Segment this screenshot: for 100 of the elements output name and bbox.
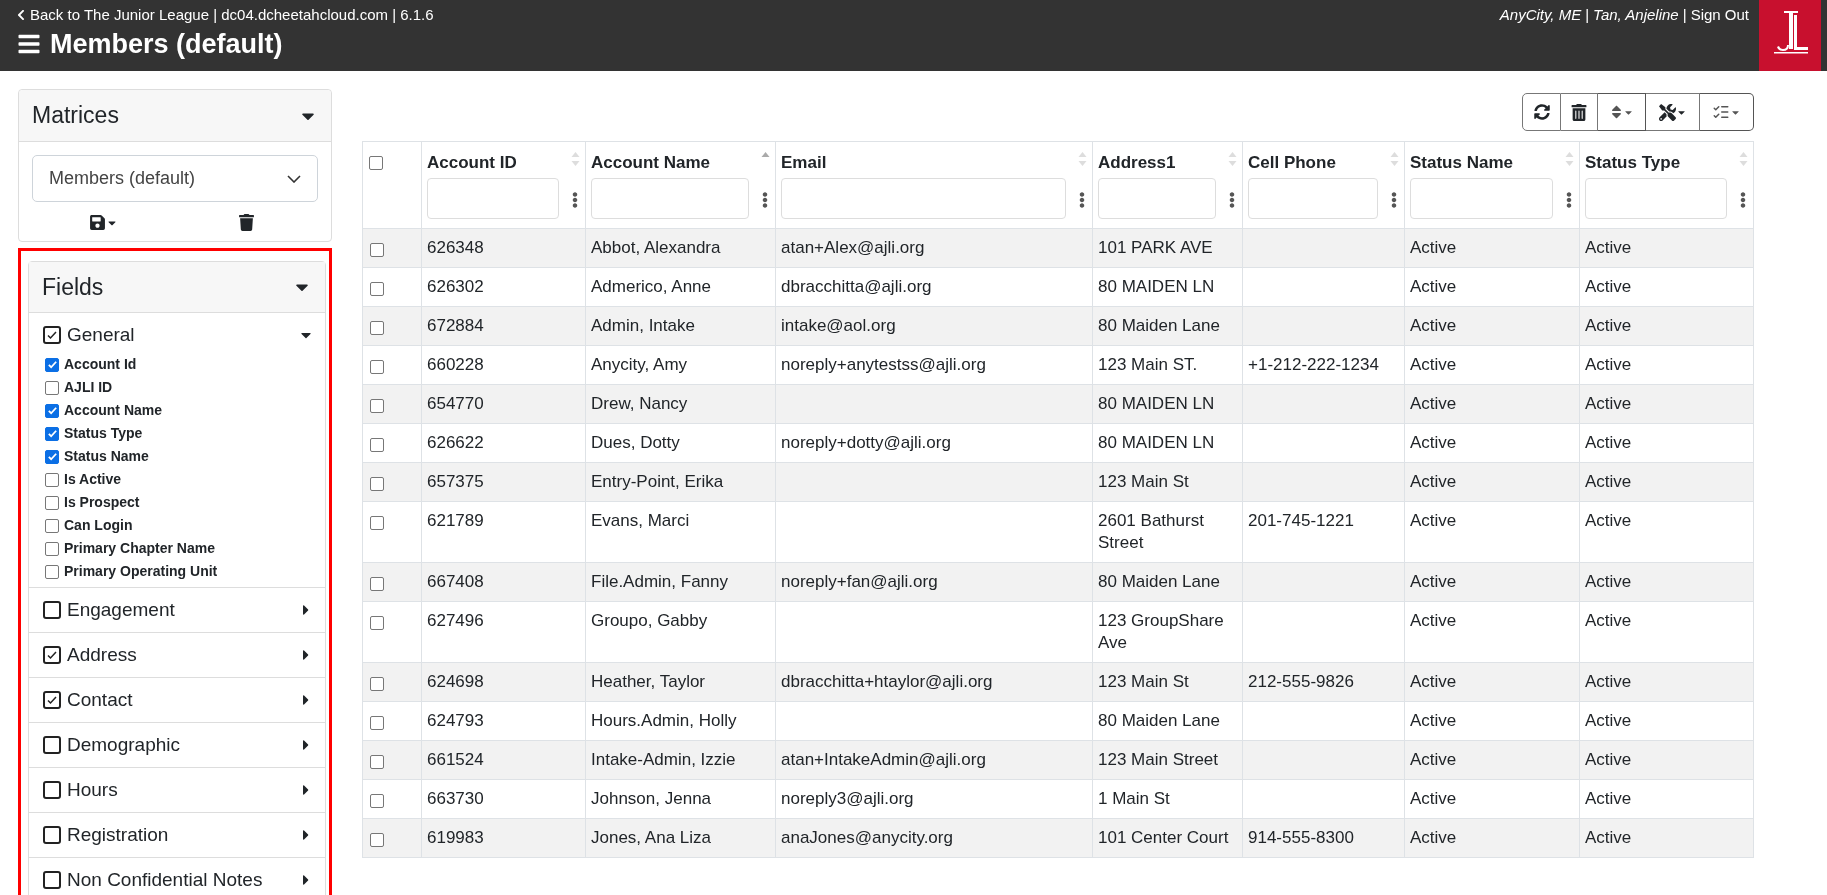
- group-label[interactable]: Non Confidential Notes: [67, 865, 263, 895]
- checkbox[interactable]: [370, 243, 384, 257]
- field-label[interactable]: Primary Chapter Name: [64, 538, 215, 559]
- sign-out-link[interactable]: Sign Out: [1690, 4, 1749, 27]
- checkbox[interactable]: [45, 449, 59, 464]
- group-label[interactable]: Address: [67, 640, 137, 670]
- group-label[interactable]: Demographic: [67, 730, 180, 760]
- filter-field[interactable]: [1410, 177, 1553, 219]
- group-label[interactable]: Contact: [67, 685, 133, 715]
- table-cell: Active: [1585, 611, 1632, 630]
- menu-icon[interactable]: [16, 32, 42, 56]
- field-label[interactable]: AJLI ID: [64, 377, 113, 398]
- checkbox[interactable]: [370, 477, 384, 491]
- column-header[interactable]: Email: [781, 150, 827, 176]
- delete-button[interactable]: [1561, 93, 1598, 131]
- checkbox[interactable]: [370, 516, 384, 530]
- checkbox[interactable]: [43, 601, 61, 619]
- checkbox[interactable]: [43, 691, 61, 709]
- column-menu-icon[interactable]: [1740, 190, 1746, 210]
- table-cell: dbracchitta+htaylor@ajli.org: [781, 672, 993, 691]
- column-menu-icon[interactable]: [1391, 190, 1397, 210]
- table-cell: 626302: [427, 277, 484, 296]
- field-label[interactable]: Status Name: [64, 446, 149, 467]
- columns-menu-button[interactable]: [1700, 93, 1754, 131]
- field-label[interactable]: Account Id: [64, 354, 137, 375]
- matrix-select[interactable]: Members (default): [32, 155, 318, 202]
- column-header[interactable]: Status Name: [1410, 150, 1513, 176]
- column-menu-icon[interactable]: [762, 190, 768, 210]
- checkbox[interactable]: [45, 357, 59, 372]
- checkbox[interactable]: [45, 426, 59, 441]
- checkmark-icon: [46, 405, 58, 416]
- filter-field[interactable]: [1585, 177, 1727, 219]
- checkbox[interactable]: [45, 403, 59, 418]
- filter-field[interactable]: [1248, 177, 1378, 219]
- filter-field[interactable]: [781, 177, 1066, 219]
- checkbox[interactable]: [45, 495, 59, 510]
- checkbox[interactable]: [370, 794, 384, 808]
- column-header[interactable]: Account ID: [427, 150, 517, 176]
- checkbox[interactable]: [45, 380, 59, 395]
- group-label[interactable]: General: [67, 320, 135, 350]
- sort-menu-button[interactable]: [1598, 93, 1646, 131]
- group-label[interactable]: Registration: [67, 820, 169, 850]
- checkbox[interactable]: [370, 577, 384, 591]
- field-label[interactable]: Is Active: [64, 469, 122, 490]
- column-header[interactable]: Status Type: [1585, 150, 1681, 176]
- checkbox[interactable]: [370, 282, 384, 296]
- group-label[interactable]: Hours: [67, 775, 118, 805]
- column-header[interactable]: Cell Phone: [1248, 150, 1336, 176]
- table-cell: Active: [1585, 672, 1632, 691]
- table-cell: intake@aol.org: [781, 316, 896, 335]
- table-cell: 80 MAIDEN LN: [1098, 433, 1215, 452]
- tools-icon: [1658, 103, 1676, 121]
- filter-field[interactable]: [591, 177, 749, 219]
- checkbox[interactable]: [43, 736, 61, 754]
- checkbox[interactable]: [43, 781, 61, 799]
- checkbox[interactable]: [370, 833, 384, 847]
- table-cell: 101 PARK AVE: [1098, 238, 1213, 257]
- checkmark-icon: [46, 694, 58, 706]
- field-label[interactable]: Status Type: [64, 423, 143, 444]
- checkbox[interactable]: [369, 156, 383, 170]
- checkbox[interactable]: [45, 472, 59, 487]
- table-cell: Active: [1585, 572, 1632, 591]
- checkbox[interactable]: [370, 716, 384, 730]
- checkbox[interactable]: [43, 826, 61, 844]
- column-menu-icon[interactable]: [1566, 190, 1572, 210]
- column-header[interactable]: Account Name: [591, 150, 711, 176]
- filter-field[interactable]: [427, 177, 559, 219]
- checkbox[interactable]: [370, 360, 384, 374]
- table-cell: Hours.Admin, Holly: [591, 711, 737, 730]
- refresh-icon: [1533, 104, 1550, 120]
- checkbox[interactable]: [370, 755, 384, 769]
- refresh-button[interactable]: [1522, 93, 1561, 131]
- filter-field[interactable]: [1098, 177, 1216, 219]
- checkbox[interactable]: [45, 518, 59, 533]
- column-menu-icon[interactable]: [1229, 190, 1235, 210]
- field-label[interactable]: Is Prospect: [64, 492, 140, 513]
- checkbox[interactable]: [370, 677, 384, 691]
- field-label[interactable]: Primary Operating Unit: [64, 561, 218, 582]
- checkbox[interactable]: [370, 616, 384, 630]
- table-cell: Jones, Ana Liza: [591, 828, 712, 847]
- checkbox[interactable]: [45, 564, 59, 579]
- column-header[interactable]: Address1: [1098, 150, 1176, 176]
- checkbox[interactable]: [45, 541, 59, 556]
- checkbox[interactable]: [370, 321, 384, 335]
- back-link[interactable]: Back to The Junior League | dc04.dcheetahcloud.com | 6.1.6: [16, 4, 434, 27]
- table-cell: Heather, Taylor: [591, 672, 706, 691]
- checkbox[interactable]: [370, 399, 384, 413]
- column-menu-icon[interactable]: [572, 190, 578, 210]
- user-link[interactable]: Tan, Anjeline: [1593, 4, 1679, 27]
- column-menu-icon[interactable]: [1079, 190, 1085, 210]
- table-cell: Johnson, Jenna: [591, 789, 712, 808]
- checkbox[interactable]: [43, 646, 61, 664]
- tools-menu-button[interactable]: [1646, 93, 1700, 131]
- checkbox[interactable]: [43, 326, 61, 344]
- field-label[interactable]: Can Login: [64, 515, 133, 536]
- checkbox[interactable]: [370, 438, 384, 452]
- group-label[interactable]: Engagement: [67, 595, 175, 625]
- checkbox[interactable]: [43, 871, 61, 889]
- table-cell: noreply+anytestss@ajli.org: [781, 355, 986, 374]
- field-label[interactable]: Account Name: [64, 400, 163, 421]
